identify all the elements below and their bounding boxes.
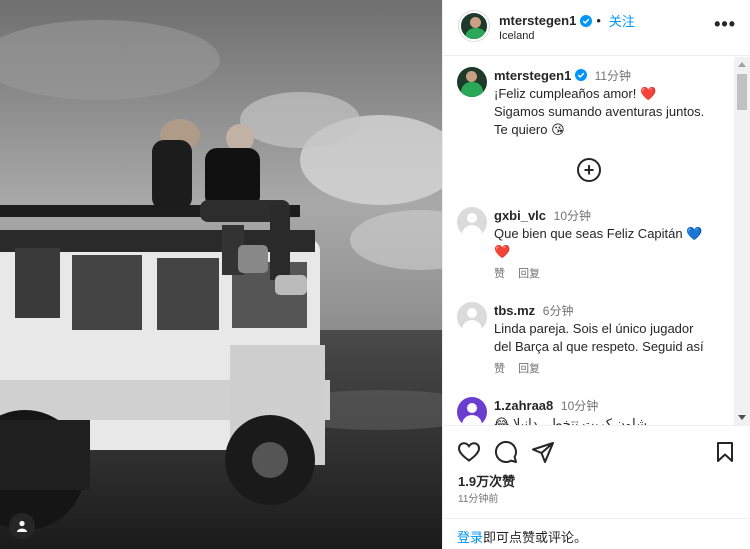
comment-item: gxbi_vlc 10分钟 Que bien que seas Feliz Ca… [457,207,733,281]
comment-item: 1.zahraa8 10分钟 😂 شلون كريت تتخطى دانيلا [457,397,733,425]
commenter-avatar[interactable] [457,302,487,332]
post-time[interactable]: 11分钟前 [458,490,498,505]
comment-text-line-2: ❤️ [494,244,511,259]
post-side-panel: mterstegen1 • 关注 Iceland ••• mterstegen1 [442,0,750,549]
login-prompt: 登录即可点赞或评论。 [443,518,750,549]
caption-line-1: ¡Feliz cumpleaños amor! ❤️ [494,86,657,101]
caption: mterstegen1 11分钟 ¡Feliz cumpleaños amor!… [457,67,733,139]
comment-like-button[interactable]: 赞 [494,363,505,375]
plus-icon: + [583,160,595,180]
comment-item: tbs.mz 6分钟 Linda pareja. Sois el único j… [457,302,733,376]
author-username[interactable]: mterstegen1 [499,13,576,28]
post-photo-image [0,0,442,549]
login-link[interactable]: 登录 [457,530,483,545]
caption-line-3: Te quiero 😘 [494,122,565,137]
comments-scrollbar[interactable] [734,57,750,425]
more-options-icon: ••• [714,14,736,34]
post-photo[interactable] [0,0,442,549]
comment-username[interactable]: 1.zahraa8 [494,398,553,413]
heart-icon[interactable] [457,440,481,464]
commenter-avatar[interactable] [457,397,487,425]
comment-text-line-2: del Barça al que respeto. Seguid así [494,339,704,354]
post-location[interactable]: Iceland [499,30,534,42]
comment-text-line-1: Linda pareja. Sois el único jugador [494,321,694,336]
likes-count[interactable]: 1.9万次赞 [458,471,515,490]
caption-time[interactable]: 11分钟 [595,69,631,83]
scroll-up-arrow-icon[interactable] [738,62,746,67]
login-prompt-text: 即可点赞或评论。 [483,530,588,545]
post-footer: 1.9万次赞 11分钟前 登录即可点赞或评论。 [443,425,750,549]
verified-badge-icon [574,69,587,81]
share-icon[interactable] [531,440,555,464]
comment-time[interactable]: 10分钟 [561,399,598,413]
follow-button[interactable]: 关注 [609,11,635,30]
load-more-comments-button[interactable]: + [577,158,601,182]
post-header: mterstegen1 • 关注 Iceland ••• [443,0,750,56]
comment-username[interactable]: gxbi_vlc [494,208,546,223]
comment-like-button[interactable]: 赞 [494,268,505,280]
tag-button[interactable] [9,513,35,539]
action-bar [457,440,737,464]
comment-text-line-1: 😂 شلون كريت تتخطى دانيلا [494,416,647,425]
comment-reply-button[interactable]: 回复 [518,363,540,375]
bookmark-icon[interactable] [713,440,737,464]
separator-dot: • [596,13,601,28]
comment-time[interactable]: 10分钟 [554,209,591,223]
more-options-button[interactable]: ••• [714,14,736,35]
comment-username[interactable]: tbs.mz [494,303,535,318]
caption-username[interactable]: mterstegen1 [494,68,571,83]
author-row: mterstegen1 • 关注 [499,11,635,30]
caption-line-2: Sigamos sumando aventuras juntos. [494,104,705,119]
verified-badge-icon [580,14,593,27]
author-avatar[interactable] [459,11,489,41]
commenter-avatar[interactable] [457,207,487,237]
comment-text-line-1: Que bien que seas Feliz Capitán 💙 [494,226,703,241]
comment-icon[interactable] [494,440,518,464]
comments-list[interactable]: mterstegen1 11分钟 ¡Feliz cumpleaños amor!… [443,57,735,425]
scrollbar-thumb[interactable] [737,74,747,110]
comment-time[interactable]: 6分钟 [543,304,574,318]
scroll-down-arrow-icon[interactable] [738,415,746,420]
comment-reply-button[interactable]: 回复 [518,268,540,280]
user-tag-icon [17,520,27,532]
caption-avatar[interactable] [457,67,487,97]
